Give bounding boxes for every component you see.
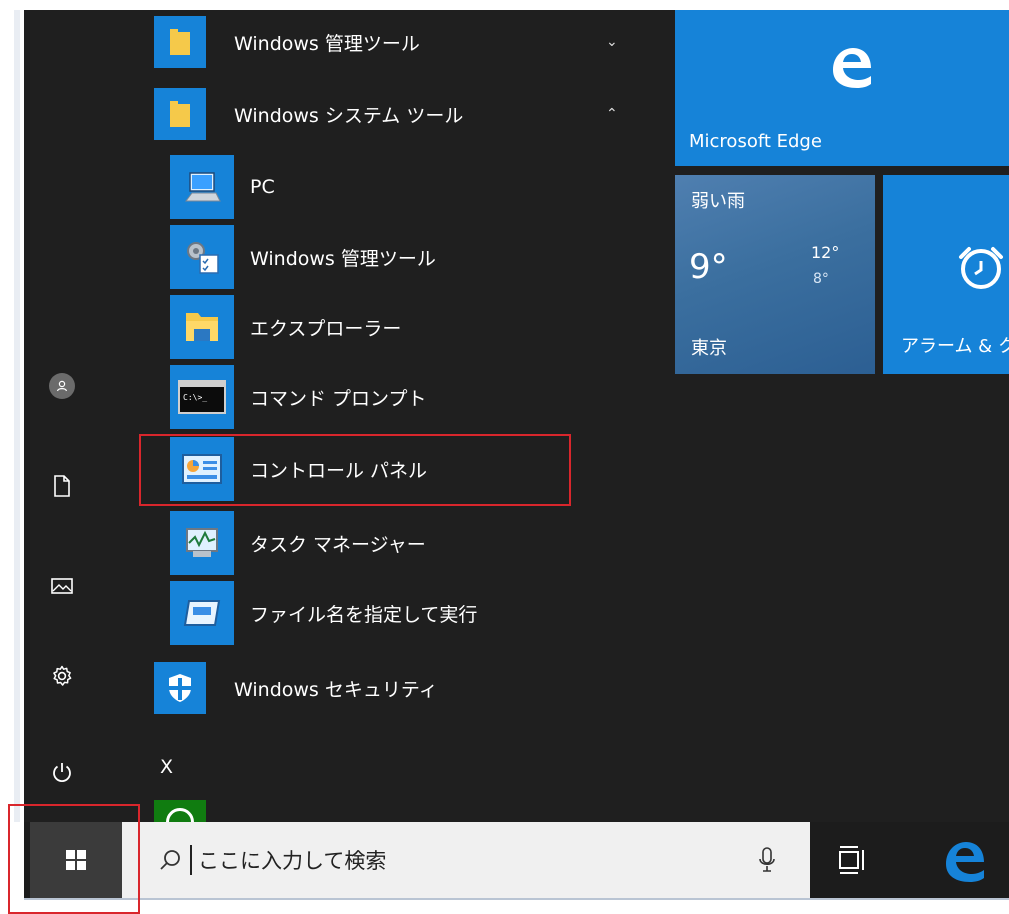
- pictures-icon: [51, 578, 73, 594]
- tile-weather[interactable]: 弱い雨 9° 12° 8° 東京: [675, 175, 875, 374]
- app-control-panel[interactable]: コントロール パネル: [170, 434, 650, 504]
- bottom-edge: [0, 898, 1009, 912]
- gear-icon: [53, 665, 72, 686]
- edge-icon: [946, 842, 984, 882]
- pc-icon: [170, 155, 234, 219]
- app-pc[interactable]: PC: [170, 152, 650, 222]
- app-command-prompt[interactable]: C:\>_ コマンド プロンプト: [170, 362, 650, 432]
- app-label: PC: [250, 176, 275, 198]
- weather-high: 12°: [811, 243, 840, 262]
- command-prompt-icon: C:\>_: [170, 365, 234, 429]
- microphone-icon[interactable]: [758, 846, 776, 874]
- xbox-app-partial-tile[interactable]: [154, 800, 206, 822]
- app-label: タスク マネージャー: [250, 533, 426, 556]
- task-view-button[interactable]: [838, 844, 868, 876]
- app-label: Windows セキュリティ: [234, 678, 438, 701]
- admin-tools-icon: [170, 225, 234, 289]
- task-manager-icon: [170, 511, 234, 575]
- svg-text:C:\>_: C:\>_: [183, 393, 207, 402]
- app-windows-admin-tools[interactable]: Windows 管理ツール: [170, 222, 650, 292]
- taskbar-search-box[interactable]: ここに入力して検索: [122, 822, 810, 898]
- folder-label: Windows システム ツール: [234, 104, 464, 127]
- start-button[interactable]: [30, 822, 122, 898]
- app-task-manager[interactable]: タスク マネージャー: [170, 508, 650, 578]
- control-panel-icon: [170, 437, 234, 501]
- documents-button[interactable]: [42, 466, 82, 506]
- app-windows-security[interactable]: Windows セキュリティ: [154, 656, 634, 720]
- app-label: コントロール パネル: [250, 459, 428, 482]
- weather-temperature: 9°: [689, 247, 728, 287]
- chevron-down-icon[interactable]: ⌄: [606, 34, 618, 50]
- settings-button[interactable]: [42, 656, 82, 696]
- folder-icon: [154, 16, 206, 68]
- tile-alarms-clock[interactable]: アラーム & ク: [883, 175, 1009, 374]
- user-account-button[interactable]: [42, 366, 82, 406]
- search-placeholder: ここに入力して検索: [198, 849, 387, 873]
- app-label: Windows 管理ツール: [250, 247, 436, 270]
- task-view-icon: [839, 846, 864, 874]
- weather-low: 8°: [813, 271, 829, 287]
- app-label: エクスプローラー: [250, 317, 402, 340]
- run-icon: [170, 581, 234, 645]
- tile-label: アラーム & ク: [901, 336, 1009, 357]
- folder-label: Windows 管理ツール: [234, 32, 420, 55]
- taskbar-edge-button[interactable]: [940, 838, 986, 884]
- tile-microsoft-edge[interactable]: Microsoft Edge: [675, 10, 1009, 166]
- app-label: ファイル名を指定して実行: [250, 603, 478, 626]
- alarm-clock-icon: [959, 247, 1003, 289]
- xbox-icon: [166, 808, 194, 822]
- folder-windows-admin-tools[interactable]: Windows 管理ツール ⌄: [154, 10, 634, 74]
- folder-windows-system-tools[interactable]: Windows システム ツール ⌃: [154, 82, 634, 146]
- app-label: コマンド プロンプト: [250, 387, 427, 410]
- tile-label: Microsoft Edge: [689, 131, 822, 152]
- pictures-button[interactable]: [42, 566, 82, 606]
- weather-city: 東京: [691, 338, 727, 359]
- text-caret: [190, 845, 192, 875]
- weather-condition: 弱い雨: [691, 191, 745, 212]
- desktop-edge: [0, 10, 24, 822]
- file-explorer-icon: [170, 295, 234, 359]
- power-button[interactable]: [42, 752, 82, 792]
- shield-icon: [154, 662, 206, 714]
- folder-icon: [154, 88, 206, 140]
- chevron-up-icon[interactable]: ⌃: [606, 106, 618, 122]
- search-icon: [160, 850, 180, 870]
- power-icon: [53, 763, 71, 783]
- document-icon: [54, 475, 70, 497]
- edge-logo-icon: [833, 48, 871, 88]
- user-avatar-icon: [49, 373, 75, 399]
- app-run[interactable]: ファイル名を指定して実行: [170, 578, 650, 648]
- app-file-explorer[interactable]: エクスプローラー: [170, 292, 650, 362]
- windows-logo-icon: [66, 850, 86, 870]
- letter-heading-x[interactable]: X: [160, 756, 173, 778]
